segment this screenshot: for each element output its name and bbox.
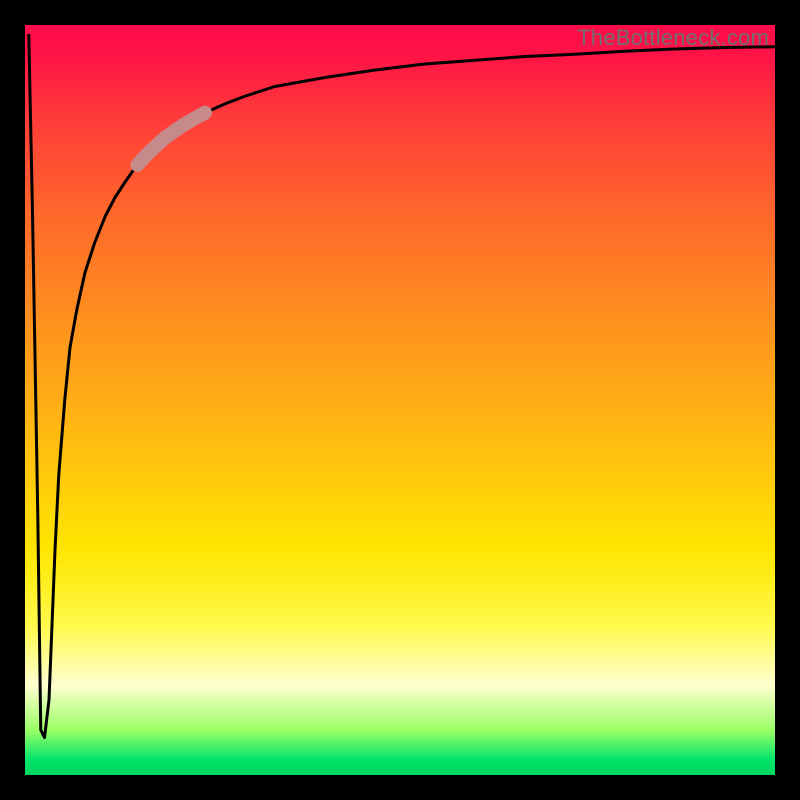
curve-svg [25, 25, 775, 775]
bottleneck-curve [29, 34, 775, 738]
plot-area: TheBottleneck.com [25, 25, 775, 775]
chart-frame: TheBottleneck.com [0, 0, 800, 800]
highlight-segment [138, 113, 206, 165]
attribution-watermark: TheBottleneck.com [577, 25, 769, 51]
